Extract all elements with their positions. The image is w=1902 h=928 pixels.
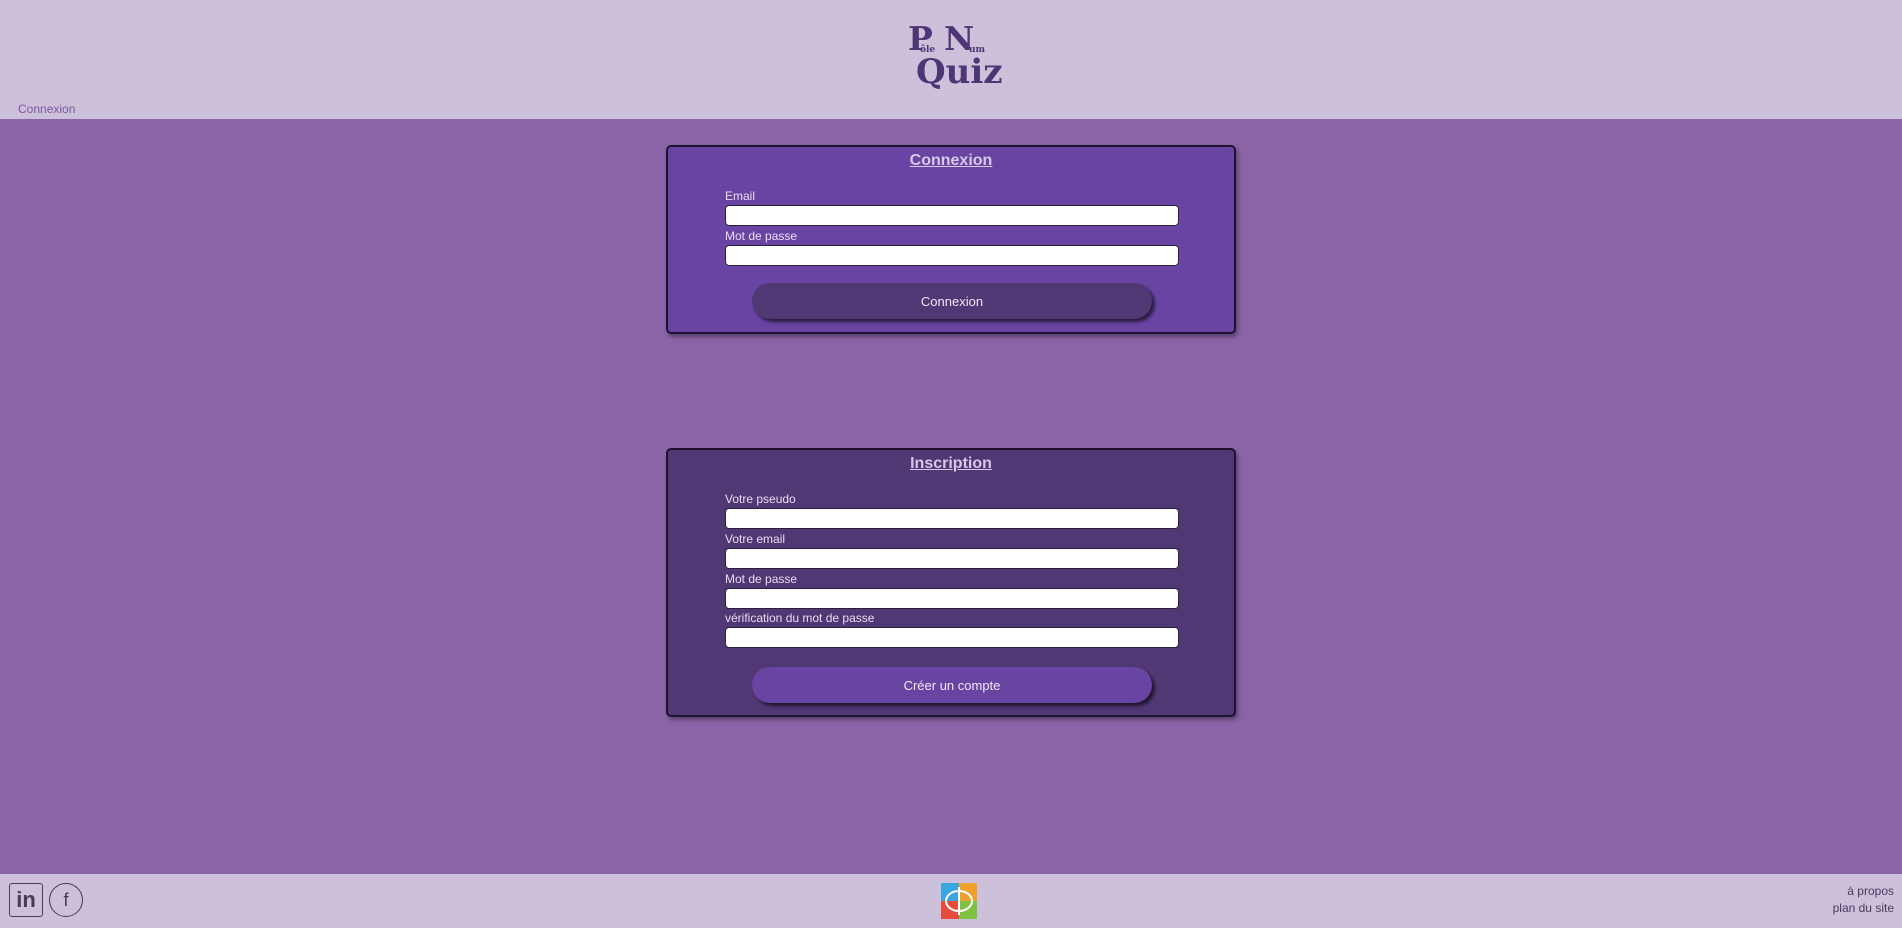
facebook-icon-glyph: f [63,890,69,910]
login-password-label: Mot de passe [725,229,798,243]
login-password-input[interactable] [725,245,1179,266]
signup-password-confirm-input[interactable] [725,627,1179,648]
about-link[interactable]: à propos [1833,883,1894,900]
signup-email-input[interactable] [725,548,1179,569]
login-email-input[interactable] [725,205,1179,226]
signup-card: Inscription Votre pseudo Votre email Mot… [666,448,1236,717]
footer: in f à propos plan du site [0,874,1902,928]
breadcrumb[interactable]: Connexion [18,102,75,116]
login-button[interactable]: Connexion [752,283,1152,319]
create-account-button[interactable]: Créer un compte [752,667,1152,703]
header: P ôle N um Quiz Connexion [0,0,1902,119]
facebook-icon[interactable]: f [49,883,83,917]
partner-logo-icon[interactable] [941,883,977,919]
pole-num-quiz-logo[interactable]: P ôle N um Quiz [908,22,1003,94]
login-email-label: Email [725,189,756,203]
linkedin-icon-glyph: in [16,887,36,912]
signup-password-confirm-label: vérification du mot de passe [725,611,875,625]
signup-title: Inscription [910,455,992,472]
login-title: Connexion [909,152,993,169]
linkedin-icon[interactable]: in [9,883,43,917]
sitemap-link[interactable]: plan du site [1833,900,1894,917]
signup-email-label: Votre email [725,532,786,546]
signup-password-label: Mot de passe [725,572,798,586]
logo-quiz: Quiz [916,52,1003,92]
login-card: Connexion Email Mot de passe Connexion [666,145,1236,334]
signup-pseudo-input[interactable] [725,508,1179,529]
signup-password-input[interactable] [725,588,1179,609]
footer-links: à propos plan du site [1833,883,1894,917]
signup-pseudo-label: Votre pseudo [725,492,796,506]
